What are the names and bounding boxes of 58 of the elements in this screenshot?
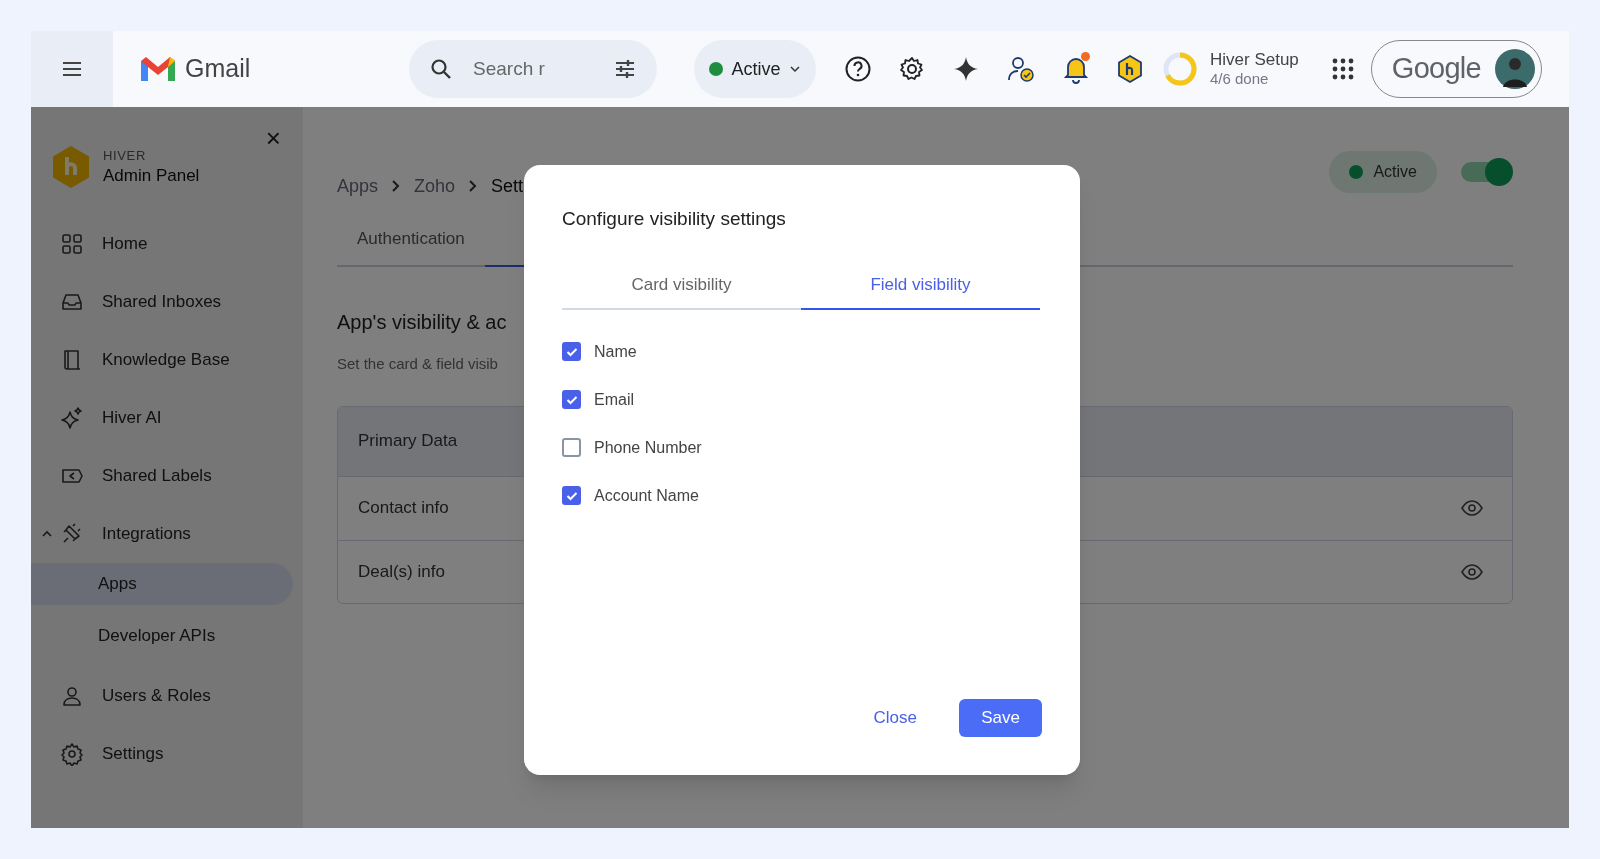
settings-icon[interactable]	[898, 55, 926, 83]
table-header: Primary Data	[358, 430, 458, 453]
gear-icon	[60, 742, 84, 766]
brand-label: HIVER	[103, 148, 147, 165]
breadcrumb-item: Sett	[491, 174, 524, 198]
avatar-icon	[1494, 49, 1535, 89]
filter-icon[interactable]	[613, 57, 637, 81]
user-icon	[60, 684, 84, 708]
tab[interactable]: Card visibility	[562, 261, 801, 310]
sidebar-item[interactable]: Settings	[31, 725, 303, 783]
sparkle-icon	[60, 406, 84, 430]
status-badge: Active	[1329, 151, 1437, 193]
checkbox[interactable]	[562, 390, 581, 409]
tab[interactable]: Field visibility	[801, 261, 1040, 310]
sidebar-item[interactable]: Hiver AI	[31, 389, 303, 447]
caret-icon	[788, 63, 801, 75]
setup-title[interactable]: Hiver Setup	[1210, 49, 1299, 71]
user-check-icon[interactable]	[1006, 54, 1036, 84]
sidebar-item[interactable]: Apps	[31, 563, 293, 605]
search-icon	[429, 57, 453, 81]
grid-icon	[60, 232, 84, 256]
toggle-switch[interactable]	[1461, 158, 1513, 186]
setup-progress-ring	[1162, 51, 1198, 87]
sidebar-item[interactable]: Shared Labels	[31, 447, 303, 505]
checkbox-label: Phone Number	[594, 437, 702, 458]
table-cell-text: Contact info	[358, 497, 449, 520]
checkbox[interactable]	[562, 486, 581, 505]
tab[interactable]: Authentication	[337, 213, 485, 265]
table-cell-text: Deal(s) info	[358, 560, 445, 583]
search-field[interactable]: Search r	[409, 40, 657, 98]
sidebar-item[interactable]: Integrations	[31, 505, 303, 563]
account-logo: Google	[1391, 51, 1481, 87]
mail-logo-icon	[139, 55, 177, 83]
sidebar-item[interactable]: Users & Roles	[31, 667, 303, 725]
brand-title: Admin Panel	[103, 164, 200, 186]
checkbox[interactable]	[562, 342, 581, 361]
close-button[interactable]: ×	[265, 125, 281, 151]
checkbox-label: Account Name	[594, 485, 699, 506]
save-button[interactable]: Save	[959, 699, 1042, 737]
hexagon-logo-icon	[51, 145, 91, 189]
sidebar-item[interactable]: Shared Inboxes	[31, 273, 303, 331]
apps-grid-icon[interactable]	[1330, 57, 1355, 81]
breadcrumb-item[interactable]: Zoho	[414, 172, 456, 200]
hexagon-logo-icon[interactable]	[1116, 54, 1144, 84]
help-icon[interactable]	[844, 55, 872, 83]
section-description: Set the card & field visib	[337, 354, 498, 374]
dialog-title: Configure visibility settings	[562, 207, 787, 231]
section-heading: App's visibility & ac	[337, 310, 507, 335]
status-button[interactable]: Active	[694, 40, 816, 98]
breadcrumb-item[interactable]: Apps	[337, 172, 379, 200]
close-button[interactable]: Close	[869, 699, 921, 737]
sidebar-item[interactable]: Knowledge Base	[31, 331, 303, 389]
checkbox-label: Email	[594, 389, 634, 410]
sidebar-item[interactable]: Home	[31, 215, 303, 273]
sidebar-item[interactable]: Developer APIs	[31, 605, 303, 667]
checkbox-label: Name	[594, 341, 637, 362]
app-name: Gmail	[185, 53, 251, 85]
checkbox[interactable]	[562, 438, 581, 457]
